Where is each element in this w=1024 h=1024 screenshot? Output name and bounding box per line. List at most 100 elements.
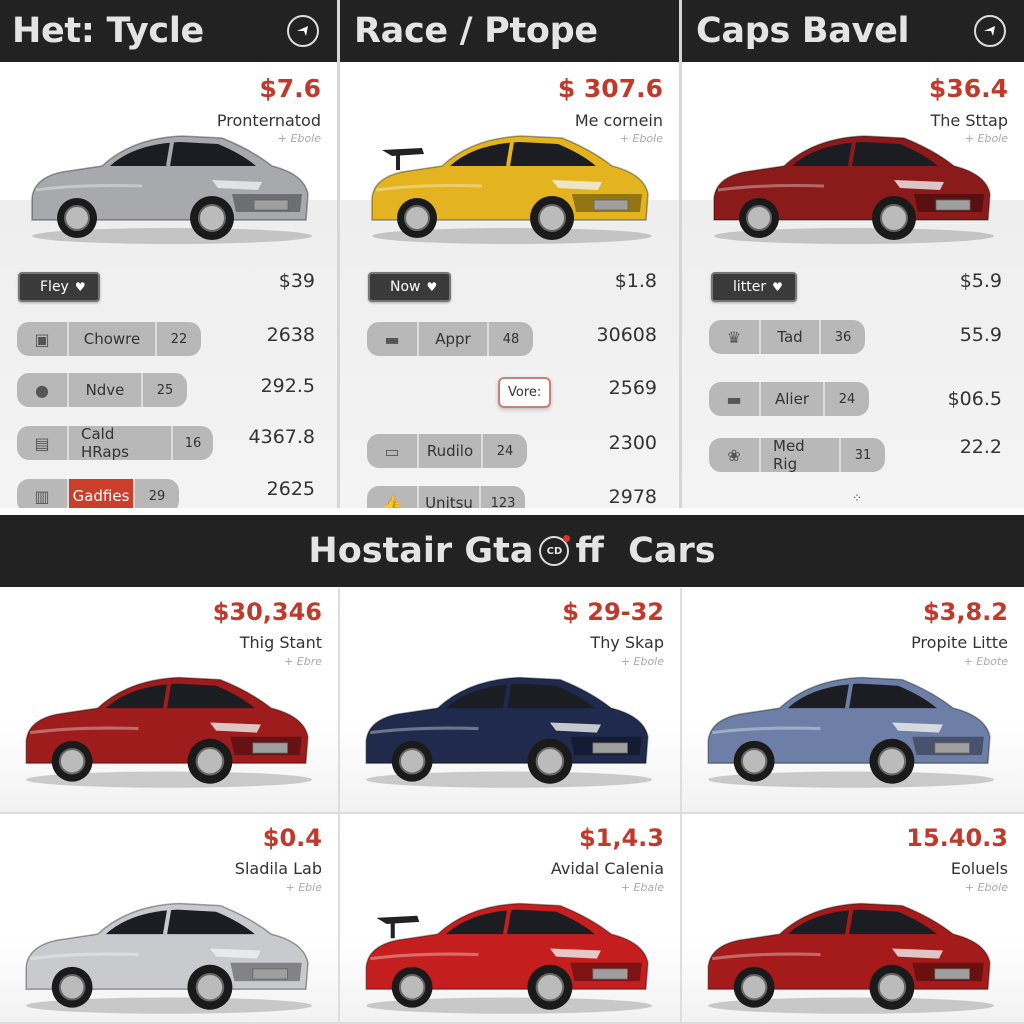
column-title: Het: Tycle [12,11,204,51]
person-icon: ● [17,373,69,407]
option-pill[interactable]: ❀ Med Rig 31 [709,438,885,472]
column-title: Caps Bavel [696,11,910,51]
car-image [707,676,994,788]
option-pill[interactable]: ♛ Tad 36 [709,320,865,354]
featured-price: $36.4 [928,74,1008,103]
car-listing-page: Het: Tycle $7.6 Pronternatod + Ebole Fle… [0,0,1024,1024]
car-image [365,902,652,1014]
row-value: 4367.8 [248,426,315,448]
card-price: $1,4.3 [578,824,664,852]
pill-count: 24 [838,391,856,407]
row-value: 30608 [596,324,657,346]
row-value: $06.5 [947,388,1002,410]
column-header: Het: Tycle [0,0,337,62]
blob-icon: ❀ [709,438,761,472]
dropdown-label: litter [733,279,767,295]
pill-label: Unitsu [419,486,481,508]
option-pill[interactable]: ● Ndve 25 [17,373,187,407]
card-icon: ▭ [367,434,419,468]
category-column-3: Caps Bavel $36.4 The Sttap + Ebole litte… [682,0,1024,508]
banner-title-right: ff Cars [575,531,716,571]
heart-icon: ♥ [426,280,438,294]
pill-count: 29 [148,488,166,504]
bars-icon: ▥ [17,479,69,508]
option-pill[interactable]: ▬ Alier 24 [709,382,869,416]
car-card[interactable]: 15.40.3 Eoluels + Ebole [682,814,1024,1024]
sofa-icon: ▬ [709,382,761,416]
row-value: 292.5 [260,375,315,397]
dropdown-label: Now [390,279,421,295]
car-card[interactable]: $ 29-32 Thy Skap + Ebole [340,588,682,814]
option-pill[interactable]: ▥ Gadfies 29 [17,479,179,508]
option-pill[interactable]: ▬ Appr 48 [367,322,533,356]
pill-label: Tad [761,320,821,354]
pill-count: 36 [834,329,852,345]
card-name: Thig Stant [239,633,322,652]
pill-label-highlight: Gadfies [69,479,135,508]
folder-icon: ▤ [17,426,69,460]
pill-count: 24 [496,443,514,459]
row-value: 2569 [608,377,657,399]
pill-label: Appr [419,322,489,356]
filter-dropdown[interactable]: Fley ♥ [18,272,100,302]
car-image[interactable] [362,120,652,245]
vote-tooltip-button[interactable]: Vore: [498,377,552,408]
pill-label: Alier [761,382,825,416]
dropdown-label: Fley [40,279,69,295]
category-column-1: Het: Tycle $7.6 Pronternatod + Ebole Fle… [0,0,340,508]
car-card[interactable]: $3,8.2 Propite Litte + Ebote [682,588,1024,814]
car-image[interactable] [704,120,994,245]
option-pill[interactable]: ▣ Chowre 22 [17,322,201,356]
dropdown-value: $5.9 [959,270,1002,292]
thumb-icon: 👍 [367,486,419,508]
section-banner: Hostair Gta CD ff Cars [0,515,1024,587]
pill-label: Rudilo [419,434,483,468]
pill-count: 22 [170,331,188,347]
pill-count: 25 [156,382,174,398]
pill-label: Cald HRaps [69,426,173,460]
card-name: Thy Skap [590,633,664,652]
featured-price: $7.6 [259,74,321,103]
pill-count: 16 [184,435,202,451]
heart-icon: ♥ [772,280,783,294]
option-pill[interactable]: ▭ Rudilo 24 [367,434,527,468]
category-column-2: Race / Ptope $ 307.6 Me cornein + Ebole … [340,0,682,508]
card-name: Avidal Calenia [550,859,664,878]
option-pill[interactable]: 👍 Unitsu 123 [367,486,525,508]
card-price: $0.4 [262,824,322,852]
arrow-icon[interactable] [974,15,1006,47]
car-card-grid: $30,346 Thig Stant + Ebre $ 29-32 Thy Sk… [0,588,1024,1024]
card-price: $ 29-32 [562,598,664,626]
filter-dropdown[interactable]: litter ♥ [711,272,797,302]
brand-logo-icon: CD [539,535,571,566]
car-card[interactable]: $30,346 Thig Stant + Ebre [0,588,340,814]
pill-count: 31 [854,447,872,463]
column-header: Race / Ptope [340,0,679,62]
column-header: Caps Bavel [682,0,1024,62]
arrow-icon[interactable] [287,15,319,47]
row-value: 2300 [608,432,657,454]
car-card[interactable]: $1,4.3 Avidal Calenia + Ebale [340,814,682,1024]
card-price: $30,346 [212,598,322,626]
row-value: 2638 [266,324,315,346]
option-pill[interactable]: ▤ Cald HRaps 16 [17,426,213,460]
pill-count: 48 [502,331,520,347]
car-card[interactable]: $0.4 Sladila Lab + Ebie [0,814,340,1024]
car-image [365,676,652,788]
row-value: 55.9 [959,324,1002,346]
card-name: Eoluels [950,859,1008,878]
box-icon: ▣ [17,322,69,356]
seat-icon: ▬ [367,322,419,356]
car-image [25,676,312,788]
crown-icon: ♛ [709,320,761,354]
car-image[interactable] [22,120,312,245]
pill-label: Chowre [69,322,157,356]
car-image [707,902,994,1014]
row-value: 2978 [608,486,657,508]
row-value: 2625 [266,478,315,500]
card-price: $3,8.2 [922,598,1008,626]
heart-icon: ♥ [74,280,86,294]
pill-label: Med Rig [761,438,841,472]
filter-dropdown[interactable]: Now ♥ [368,272,452,302]
card-price: 15.40.3 [906,824,1008,852]
